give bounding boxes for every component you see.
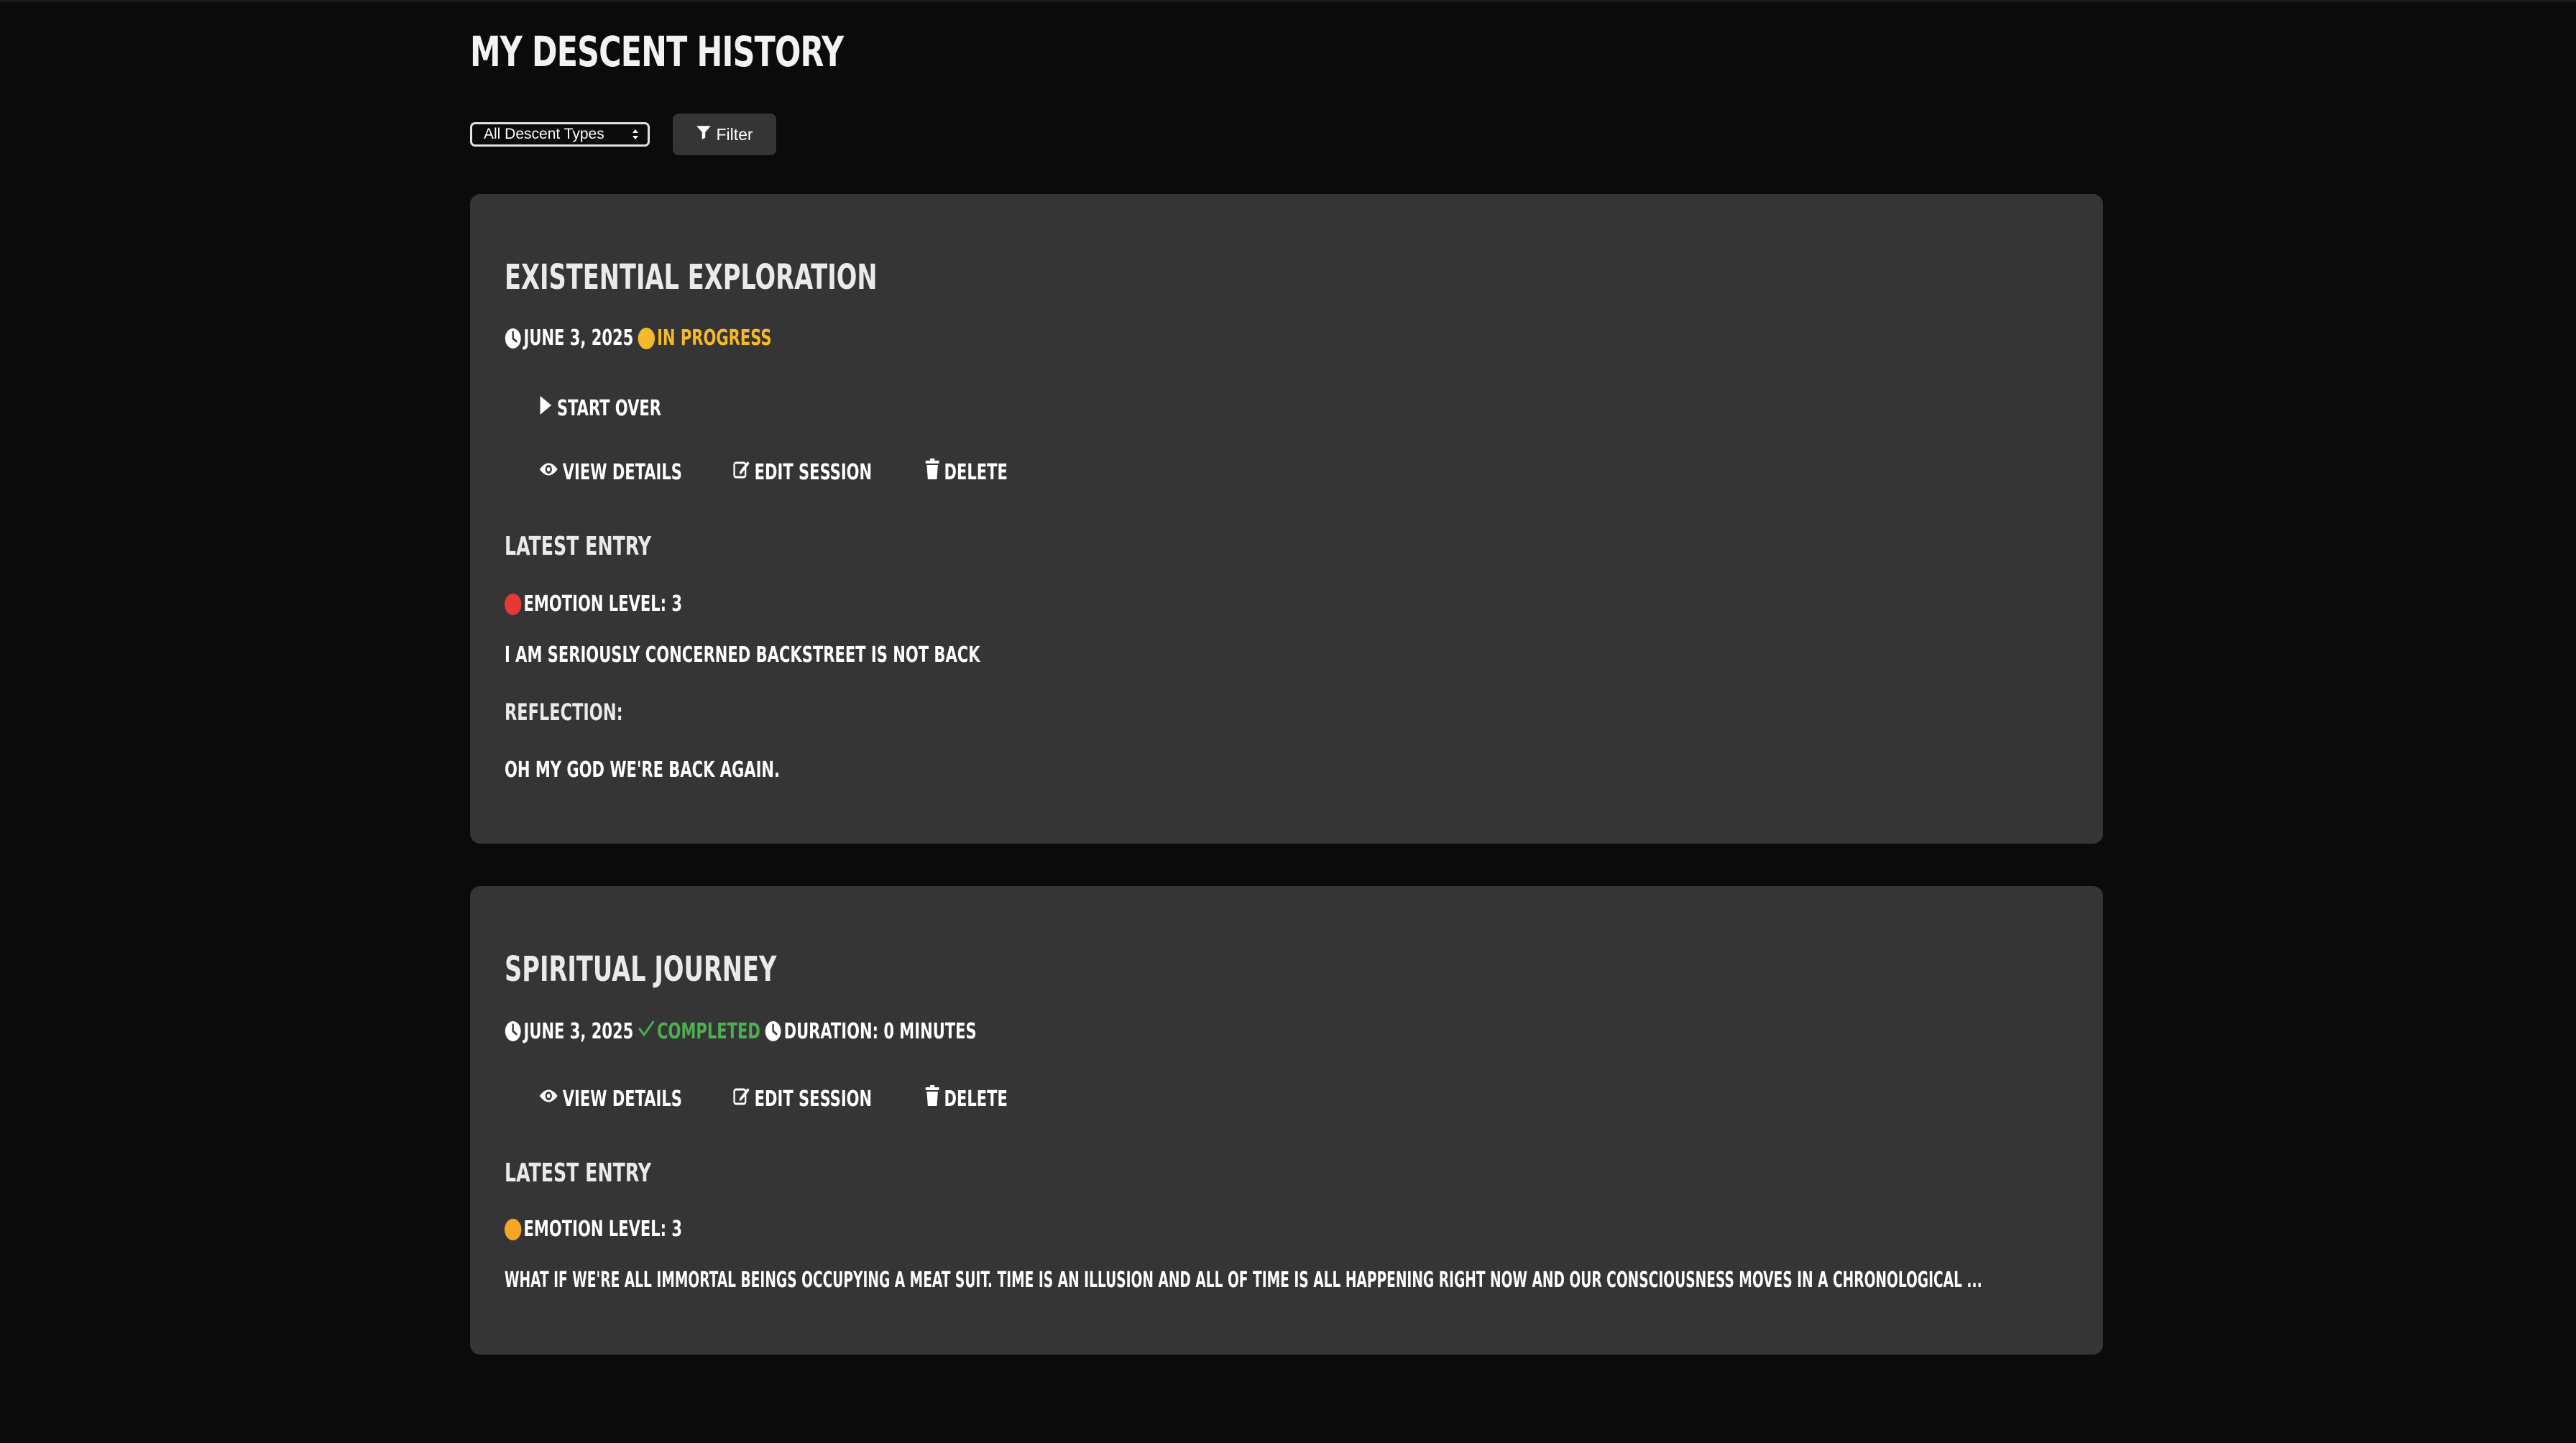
emotion-level-label: EMOTION LEVEL: 3 (523, 591, 683, 617)
descent-type-select[interactable]: All Descent Types (470, 122, 650, 147)
reflection-heading: REFLECTION: (505, 699, 623, 726)
filter-toolbar: All Descent Types Filter (470, 114, 776, 155)
start-over-label: START OVER (556, 395, 661, 421)
session-title: EXISTENTIAL EXPLORATION (505, 257, 878, 298)
status-badge: COMPLETED (657, 1018, 760, 1044)
view-details-button[interactable]: VIEW DETAILS (539, 458, 682, 486)
clock-icon (505, 1020, 521, 1042)
status-badge: IN PROGRESS (657, 326, 772, 351)
clock-icon (505, 328, 521, 349)
checkmark-icon (638, 1018, 655, 1045)
edit-session-label: EDIT SESSION (754, 1086, 873, 1112)
top-border (0, 0, 2576, 2)
delete-button[interactable]: DELETE (925, 458, 1008, 486)
emotion-level-label: EMOTION LEVEL: 3 (523, 1217, 683, 1242)
delete-label: DELETE (944, 1086, 1008, 1112)
delete-button[interactable]: DELETE (925, 1085, 1008, 1112)
descent-type-select-value: All Descent Types (484, 126, 604, 142)
view-details-label: VIEW DETAILS (562, 1086, 682, 1112)
latest-entry-heading: LATEST ENTRY (505, 1158, 652, 1188)
edit-session-label: EDIT SESSION (754, 459, 873, 485)
session-meta: JUNE 3, 2025 IN PROGRESS (505, 326, 772, 351)
session-duration: DURATION: 0 MINUTES (783, 1018, 977, 1044)
entry-text: I AM SERIOUSLY CONCERNED BACKSTREET IS N… (505, 642, 980, 668)
edit-icon (733, 458, 750, 486)
entry-text: WHAT IF WE'RE ALL IMMORTAL BEINGS OCCUPY… (505, 1268, 1982, 1293)
session-card-spiritual: SPIRITUAL JOURNEY JUNE 3, 2025 COMPLETED… (470, 886, 2103, 1355)
emotion-orange-dot-icon (505, 1218, 522, 1240)
reflection-text: OH MY GOD WE'RE BACK AGAIN. (505, 757, 781, 783)
duration-clock-icon (765, 1020, 781, 1042)
edit-session-button[interactable]: EDIT SESSION (733, 1085, 872, 1112)
filter-button-label: Filter (716, 124, 753, 144)
edit-session-button[interactable]: EDIT SESSION (733, 458, 872, 486)
trash-icon (925, 458, 939, 486)
emotion-level: EMOTION LEVEL: 3 (505, 1217, 682, 1242)
emotion-red-dot-icon (505, 593, 522, 615)
view-details-label: VIEW DETAILS (562, 459, 682, 485)
latest-entry-heading: LATEST ENTRY (505, 532, 652, 561)
session-date: JUNE 3, 2025 (523, 326, 634, 351)
edit-icon (733, 1085, 750, 1112)
trash-icon (925, 1085, 939, 1112)
filter-button[interactable]: Filter (673, 114, 776, 155)
start-over-button[interactable]: START OVER (539, 395, 661, 422)
session-date: JUNE 3, 2025 (523, 1018, 634, 1044)
filter-icon (696, 124, 712, 144)
play-icon (539, 395, 553, 422)
session-title: SPIRITUAL JOURNEY (505, 949, 777, 990)
delete-label: DELETE (944, 459, 1008, 485)
page-title: MY DESCENT HISTORY (470, 27, 844, 76)
in-progress-dot-icon (638, 327, 655, 349)
emotion-level: EMOTION LEVEL: 3 (505, 591, 682, 617)
eye-icon (539, 1085, 558, 1112)
session-card-existential: EXISTENTIAL EXPLORATION JUNE 3, 2025 IN … (470, 194, 2103, 844)
view-details-button[interactable]: VIEW DETAILS (539, 1085, 682, 1112)
eye-icon (539, 458, 558, 486)
select-arrows-icon (632, 127, 639, 142)
session-meta: JUNE 3, 2025 COMPLETED DURATION: 0 MINUT… (505, 1018, 977, 1045)
